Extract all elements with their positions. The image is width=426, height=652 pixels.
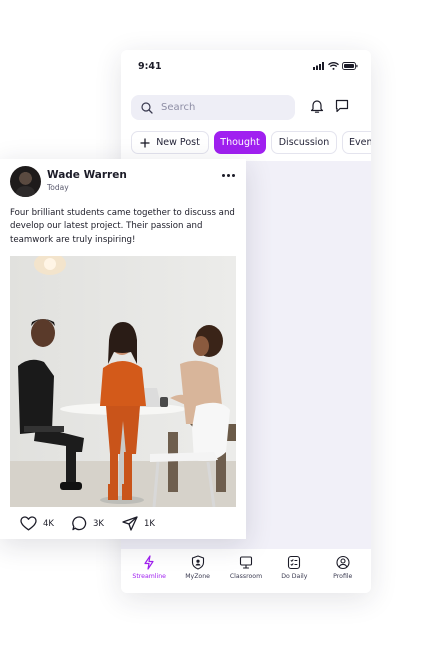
- nav-label: Profile: [333, 573, 353, 580]
- more-options-icon[interactable]: [222, 174, 235, 177]
- tab-thought[interactable]: Thought: [214, 131, 266, 154]
- post-text: Four brilliant students came together to…: [10, 208, 235, 245]
- share-count: 1K: [143, 518, 155, 529]
- checklist-icon: [288, 555, 301, 570]
- heart-icon: [20, 516, 37, 531]
- lightning-icon: [144, 555, 154, 570]
- nav-do-daily[interactable]: Do Daily: [271, 555, 317, 593]
- nav-label: Do Daily: [281, 573, 308, 580]
- comment-count: 3K: [92, 518, 104, 529]
- chat-icon[interactable]: [335, 99, 349, 113]
- nav-label: Streamline: [132, 573, 166, 580]
- post-time: Today: [47, 183, 69, 192]
- nav-myzone[interactable]: MyZone: [175, 555, 221, 593]
- send-icon: [122, 516, 138, 531]
- bell-icon[interactable]: [310, 98, 324, 114]
- new-post-button[interactable]: New Post: [131, 131, 209, 154]
- new-post-label: New Post: [156, 137, 200, 148]
- signal-icon: [313, 62, 324, 70]
- post-actions: 4K 3K 1K: [20, 516, 173, 531]
- tab-event[interactable]: Event: [342, 131, 371, 154]
- nav-label: MyZone: [185, 573, 210, 580]
- share-button[interactable]: 1K: [122, 516, 155, 531]
- comment-button[interactable]: 3K: [72, 516, 104, 531]
- search-placeholder: Search: [161, 102, 196, 113]
- tab-discussion[interactable]: Discussion: [271, 131, 337, 154]
- post-type-tabs: New Post Thought Discussion Event: [131, 131, 371, 154]
- monitor-icon: [239, 556, 253, 569]
- post-card[interactable]: Wade Warren Today Four brilliant student…: [0, 159, 246, 539]
- wifi-icon: [328, 62, 339, 70]
- user-circle-icon: [336, 555, 350, 570]
- nav-classroom[interactable]: Classroom: [223, 555, 269, 593]
- battery-icon: [342, 62, 358, 70]
- nav-profile[interactable]: Profile: [320, 555, 366, 593]
- avatar[interactable]: [10, 166, 41, 197]
- status-time: 9:41: [138, 61, 162, 72]
- like-button[interactable]: 4K: [20, 516, 54, 531]
- nav-streamline[interactable]: Streamline: [126, 555, 172, 593]
- post-author[interactable]: Wade Warren: [47, 169, 127, 181]
- nav-label: Classroom: [229, 573, 263, 580]
- like-count: 4K: [43, 518, 54, 529]
- status-icons: [313, 62, 358, 70]
- search-icon: [141, 101, 153, 114]
- plus-icon: [140, 138, 150, 147]
- search-input[interactable]: Search: [131, 95, 295, 120]
- post-photo[interactable]: [10, 256, 236, 507]
- bottom-nav: Streamline MyZone Classroom Do Daily Pro…: [121, 549, 371, 593]
- shield-user-icon: [191, 555, 204, 570]
- comment-icon: [72, 516, 87, 531]
